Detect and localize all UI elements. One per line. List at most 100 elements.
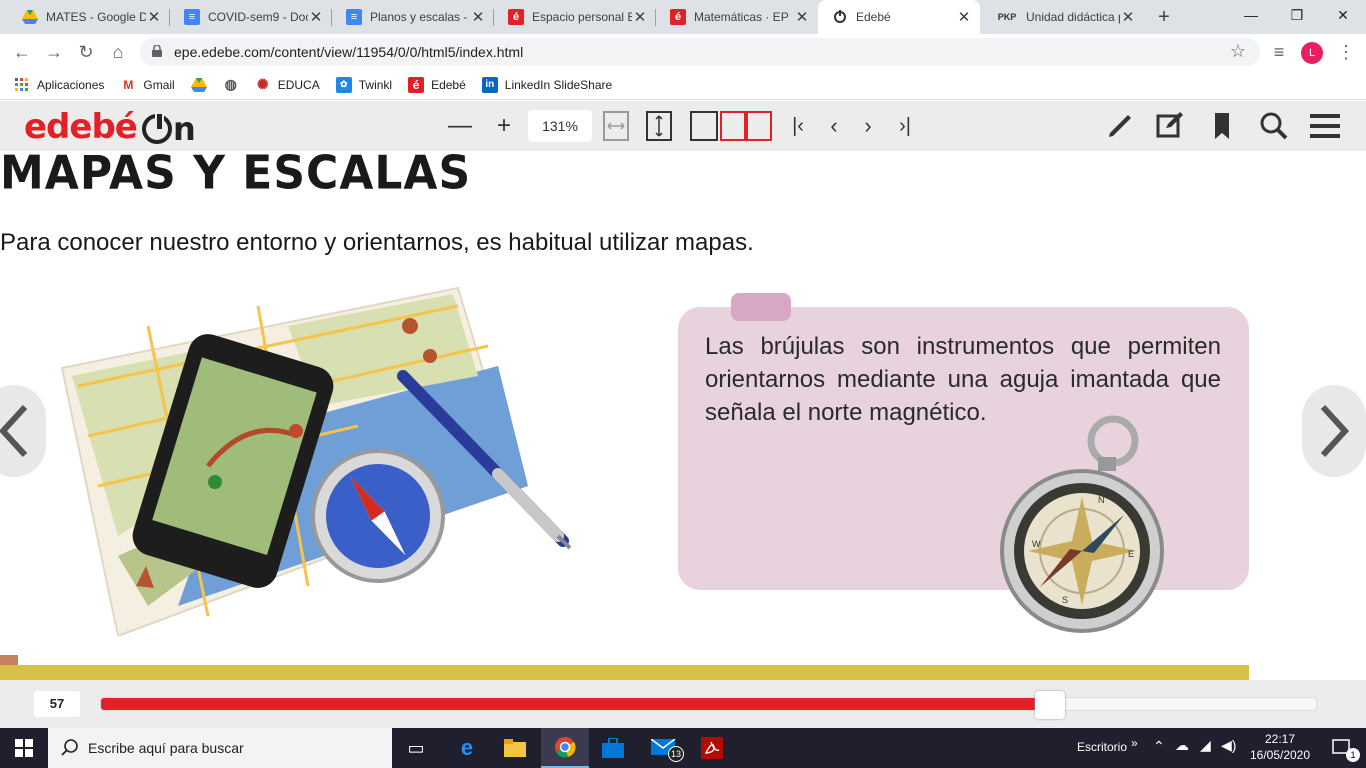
bookmark-label: LinkedIn SlideShare bbox=[504, 77, 613, 92]
edebe-on-icon bbox=[832, 9, 848, 25]
tab-edebe-active[interactable]: Edebé ✕ bbox=[818, 0, 980, 34]
compass-south-label: S bbox=[1062, 595, 1068, 605]
bookmark-apps[interactable]: Aplicaciones bbox=[14, 77, 104, 93]
close-icon[interactable]: ✕ bbox=[794, 8, 810, 26]
tab-title: Unidad didáctica p bbox=[1026, 10, 1120, 24]
bookmark-educa[interactable]: ✺ EDUCA bbox=[255, 76, 320, 93]
back-button[interactable]: ← bbox=[10, 40, 34, 64]
previous-page-arrow[interactable] bbox=[0, 385, 46, 477]
zoom-level[interactable]: 131% bbox=[528, 110, 592, 142]
edge-icon[interactable]: e bbox=[443, 728, 491, 768]
edebe-on-logo: n bbox=[142, 110, 196, 148]
notification-count: 1 bbox=[1346, 748, 1360, 762]
page-slider-thumb[interactable] bbox=[1035, 691, 1065, 719]
single-page-icon[interactable] bbox=[690, 109, 718, 143]
bookmark-label: Gmail bbox=[143, 77, 175, 92]
volume-icon[interactable]: ◀) bbox=[1221, 737, 1236, 754]
tab-mates[interactable]: MATES - Google D ✕ bbox=[8, 0, 170, 34]
tab-unidad[interactable]: PKP Unidad didáctica p ✕ bbox=[982, 0, 1144, 34]
page-title: MAPAS Y ESCALAS bbox=[0, 151, 472, 201]
file-explorer-icon[interactable] bbox=[491, 728, 539, 768]
chevron-up-icon[interactable]: ⌃ bbox=[1153, 738, 1165, 755]
zoom-out-button[interactable]: — bbox=[448, 109, 472, 143]
tab-title: Edebé bbox=[856, 10, 891, 24]
close-icon[interactable]: ✕ bbox=[146, 8, 162, 26]
address-bar[interactable]: epe.edebe.com/content/view/11954/0/0/htm… bbox=[140, 38, 1260, 66]
double-page-icon[interactable] bbox=[720, 109, 772, 143]
more-menu-icon[interactable]: ⋮ bbox=[1334, 40, 1358, 64]
tab-planos[interactable]: ≡ Planos y escalas - ✕ bbox=[332, 0, 494, 34]
page-number-input[interactable]: 57 bbox=[34, 691, 80, 717]
page-slider-fill bbox=[101, 698, 1037, 710]
bookmark-linkedin[interactable]: in LinkedIn SlideShare bbox=[481, 76, 613, 93]
start-button[interactable] bbox=[0, 728, 48, 768]
menu-icon[interactable] bbox=[1308, 109, 1342, 143]
globe-icon: ◍ bbox=[224, 76, 237, 92]
fit-height-icon[interactable] bbox=[646, 109, 672, 143]
google-docs-icon: ≡ bbox=[184, 9, 200, 25]
browser-toolbar: ← → ↻ ⌂ epe.edebe.com/content/view/11954… bbox=[0, 34, 1366, 70]
prev-page-icon[interactable]: ‹ bbox=[822, 109, 846, 143]
search-icon[interactable] bbox=[1258, 109, 1290, 143]
first-page-icon[interactable]: |‹ bbox=[786, 109, 810, 143]
bookmark-edebe[interactable]: é Edebé bbox=[408, 76, 466, 93]
fit-width-icon[interactable] bbox=[603, 109, 629, 143]
taskbar-search[interactable]: Escribe aquí para buscar bbox=[48, 728, 392, 768]
restore-button[interactable]: ❐ bbox=[1274, 0, 1320, 30]
bookmark-gmail[interactable]: M Gmail bbox=[120, 77, 174, 93]
edebe-icon: é bbox=[670, 9, 686, 25]
next-page-icon[interactable]: › bbox=[856, 109, 880, 143]
close-icon[interactable]: ✕ bbox=[470, 8, 486, 26]
bookmark-globe[interactable]: ◍ bbox=[223, 76, 239, 93]
desktop-label[interactable]: Escritorio bbox=[1077, 740, 1127, 754]
close-window-button[interactable]: ✕ bbox=[1320, 0, 1366, 30]
tab-title: MATES - Google D bbox=[46, 10, 146, 24]
acrobat-icon[interactable] bbox=[688, 728, 736, 768]
windows-icon bbox=[15, 739, 33, 757]
media-icon[interactable]: ≡ bbox=[1267, 40, 1291, 64]
bookmark-twinkl[interactable]: ✿ Twinkl bbox=[335, 76, 392, 93]
compass-east-label: E bbox=[1128, 549, 1134, 559]
page-slider-track[interactable] bbox=[100, 691, 1317, 719]
next-page-arrow[interactable] bbox=[1302, 385, 1366, 477]
minimize-button[interactable]: — bbox=[1228, 0, 1274, 30]
close-icon[interactable]: ✕ bbox=[632, 8, 648, 26]
chevron-left-icon bbox=[0, 404, 28, 458]
bookmark-star-icon[interactable]: ☆ bbox=[1230, 41, 1246, 62]
last-page-icon[interactable]: ›| bbox=[893, 109, 917, 143]
tray-overflow-icon[interactable]: » bbox=[1131, 736, 1138, 750]
home-button[interactable]: ⌂ bbox=[106, 40, 130, 64]
close-icon[interactable]: ✕ bbox=[956, 8, 972, 26]
new-tab-button[interactable]: + bbox=[1153, 6, 1175, 28]
tab-covid[interactable]: ≡ COVID-sem9 - Doc ✕ bbox=[170, 0, 332, 34]
store-icon[interactable] bbox=[589, 728, 637, 768]
edebe-icon: é bbox=[408, 76, 425, 93]
forward-button[interactable]: → bbox=[42, 40, 66, 64]
lock-icon bbox=[152, 45, 162, 57]
bookmark-drive[interactable] bbox=[190, 77, 207, 93]
clock-time: 22:17 bbox=[1264, 732, 1296, 746]
pen-icon[interactable] bbox=[1104, 109, 1136, 143]
zoom-in-button[interactable]: + bbox=[492, 109, 516, 143]
notification-center-icon[interactable]: 1 bbox=[1318, 728, 1366, 768]
search-icon bbox=[61, 739, 78, 756]
bookmark-icon[interactable] bbox=[1208, 109, 1236, 143]
system-clock[interactable]: 22:17 16/05/2020 bbox=[1248, 731, 1312, 763]
mail-icon[interactable]: 13 bbox=[640, 728, 688, 768]
close-icon[interactable]: ✕ bbox=[1120, 8, 1136, 26]
reload-button[interactable]: ↻ bbox=[74, 40, 98, 64]
task-view-icon[interactable]: ▭ bbox=[392, 728, 440, 768]
close-icon[interactable]: ✕ bbox=[308, 8, 324, 26]
edit-note-icon[interactable] bbox=[1154, 109, 1186, 143]
chrome-icon[interactable] bbox=[541, 728, 589, 768]
windows-taskbar: Escribe aquí para buscar ▭ e 13 Escritor… bbox=[0, 728, 1366, 768]
avatar[interactable]: L bbox=[1301, 42, 1323, 64]
tab-title: Espacio personal E bbox=[532, 10, 632, 24]
tab-espacio[interactable]: é Espacio personal E ✕ bbox=[494, 0, 656, 34]
wifi-icon[interactable]: ◢ bbox=[1200, 737, 1211, 754]
tab-matematicas[interactable]: é Matemáticas · EP ✕ bbox=[656, 0, 818, 34]
educa-icon: ✺ bbox=[256, 76, 269, 92]
intro-text: Para conocer nuestro entorno y orientarn… bbox=[0, 229, 754, 256]
onedrive-icon[interactable]: ☁ bbox=[1175, 737, 1189, 754]
gmail-icon: M bbox=[123, 77, 134, 92]
